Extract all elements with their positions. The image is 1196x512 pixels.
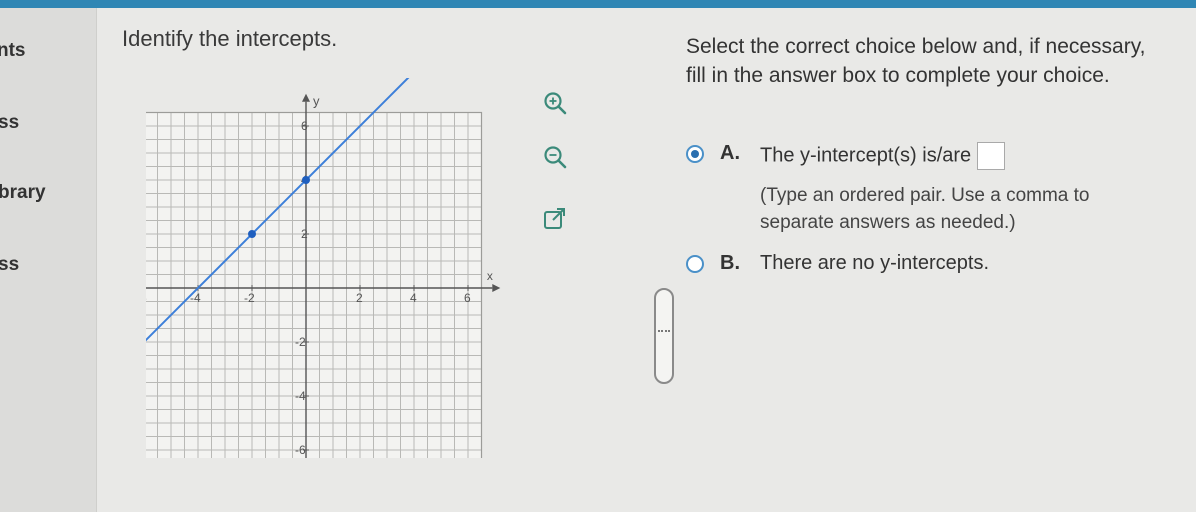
top-bar (0, 0, 1196, 8)
sidebar-item-options[interactable]: ss (0, 254, 19, 276)
y-intercept-answer-box[interactable] (977, 142, 1006, 170)
x-tick-label: 6 (464, 291, 471, 305)
x-tick-label: 2 (356, 291, 363, 305)
choice-a-label: The y-intercept(s) is/are (760, 144, 972, 167)
sidebar-item-library[interactable]: brary (0, 182, 46, 204)
choice-a-text: The y-intercept(s) is/are (760, 142, 1006, 170)
instructions-line-2: fill in the answer box to complete your … (686, 64, 1110, 87)
sidebar: nts ss brary ss (0, 8, 97, 512)
panel-resize-handle[interactable] (654, 288, 674, 384)
answer-panel: Select the correct choice below and, if … (686, 32, 1196, 274)
graph-background (146, 112, 482, 458)
choice-a-letter: A. (720, 142, 740, 164)
y-tick-label: 2 (301, 227, 308, 241)
x-axis-arrow (492, 284, 501, 292)
choice-a-radio[interactable] (686, 145, 704, 163)
x-tick-label: 4 (410, 291, 417, 305)
x-axis-label: x (487, 269, 493, 283)
y-tick-label: -4 (295, 389, 306, 403)
y-axis-label: y (313, 94, 320, 109)
y-tick-label: -2 (295, 335, 306, 349)
sidebar-item-points[interactable]: nts (0, 40, 26, 62)
y-axis-arrow (302, 93, 310, 102)
plotted-point (302, 176, 310, 184)
zoom-in-icon[interactable] (542, 90, 568, 116)
handle-grip (658, 330, 670, 332)
x-tick-label: -2 (244, 291, 255, 305)
choice-a-hint-1: (Type an ordered pair. Use a comma to (760, 185, 1090, 206)
plotted-point (248, 230, 256, 238)
sidebar-item-progress[interactable]: ss (0, 112, 19, 134)
y-tick-label: -6 (295, 443, 306, 457)
choice-a-hint-2: separate answers as needed.) (760, 212, 1016, 233)
choice-b-radio[interactable] (686, 255, 704, 273)
y-tick-label: 6 (301, 119, 308, 133)
instructions-line-1: Select the correct choice below and, if … (686, 35, 1146, 58)
coordinate-graph: xy-6-4-2246642-2-4-6 (146, 78, 501, 458)
main-panel: Identify the intercepts. xy-6-4-2246642-… (96, 8, 1196, 512)
zoom-out-icon[interactable] (542, 144, 568, 170)
choice-b-letter: B. (720, 252, 740, 274)
popout-icon[interactable] (542, 206, 568, 232)
choice-b-text: There are no y-intercepts. (760, 252, 989, 274)
question-title: Identify the intercepts. (122, 26, 338, 51)
